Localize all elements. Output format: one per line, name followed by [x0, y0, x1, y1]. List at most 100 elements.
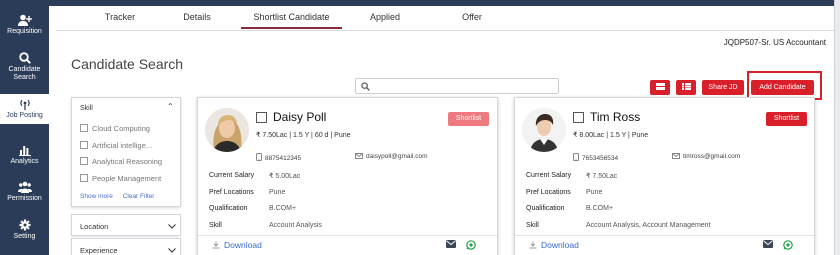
- download-link[interactable]: Download: [529, 240, 579, 250]
- candidate-email-text: daisypoll@gmail.com: [366, 153, 428, 160]
- sidebar-item-label: Permission: [7, 195, 42, 202]
- card-view-button[interactable]: [650, 80, 670, 95]
- clear-filter-link[interactable]: Clear Filter: [123, 193, 155, 200]
- app-root: Requisition Candidate Search Job Posting…: [0, 0, 840, 255]
- qualification-label: Qualification: [526, 205, 565, 212]
- sidebar-item-label: Requisition: [7, 28, 42, 35]
- sidebar-item-job-posting[interactable]: Job Posting: [0, 94, 49, 124]
- email-icon[interactable]: [446, 240, 456, 248]
- list-view-icon: [681, 83, 691, 90]
- checkbox[interactable]: [80, 157, 88, 165]
- candidate-name[interactable]: Tim Ross: [590, 110, 640, 124]
- candidate-meta: ₹ 8.00Lac | 1.5 Y | Pune: [573, 132, 649, 139]
- experience-filter[interactable]: Experience: [71, 238, 181, 255]
- candidate-email-text: timross@gmail.com: [683, 153, 741, 160]
- candidate-avatar: [522, 108, 566, 152]
- candidate-email: daisypoll@gmail.com: [355, 153, 428, 160]
- users-icon: [17, 181, 32, 193]
- broadcast-icon: [19, 99, 30, 110]
- location-filter[interactable]: Location: [71, 214, 181, 236]
- sidebar-item-label: Setting: [13, 233, 36, 240]
- candidate-phone: 7653456534: [573, 153, 618, 162]
- candidate-card: Daisy Poll ₹ 7.50Lac | 1.5 Y | 60 d | Pu…: [197, 97, 498, 255]
- shortlist-button[interactable]: Shortlist: [448, 112, 489, 126]
- pref-locations-value: Pune: [586, 189, 603, 196]
- skill-option[interactable]: Artificial intellige...: [80, 141, 152, 150]
- skill-label: Skill: [209, 222, 222, 229]
- candidate-card: Tim Ross ₹ 8.00Lac | 1.5 Y | Pune Shortl…: [514, 97, 815, 255]
- candidate-select-checkbox[interactable]: [256, 112, 267, 123]
- download-link[interactable]: Download: [212, 240, 262, 250]
- qualification-label: Qualification: [209, 205, 248, 212]
- skill-label: Skill: [526, 222, 539, 229]
- shortlist-button[interactable]: Shortlist: [766, 112, 807, 126]
- skill-option-label: Cloud Computing: [92, 124, 150, 133]
- qualification-value: B.COM+: [586, 205, 614, 212]
- tab-details[interactable]: Details: [177, 12, 217, 22]
- share-jd-button[interactable]: Share JD: [702, 80, 744, 95]
- tab-shortlist-candidate[interactable]: Shortlist Candidate: [241, 12, 342, 29]
- checkbox[interactable]: [80, 141, 88, 149]
- job-label: JQDP507-Sr. US Accountant: [723, 38, 826, 47]
- skill-option-label: Artificial intellige...: [92, 141, 153, 150]
- pref-locations-label: Pref Locations: [526, 189, 571, 196]
- candidate-email: timross@gmail.com: [672, 153, 740, 160]
- tab-offer[interactable]: Offer: [455, 12, 489, 22]
- sidebar-item-analytics[interactable]: Analytics: [0, 144, 49, 166]
- tab-applied[interactable]: Applied: [360, 12, 410, 22]
- candidate-phone-text: 8875412345: [265, 155, 302, 162]
- page-title: Candidate Search: [71, 56, 184, 72]
- qualification-value: B.COM+: [269, 205, 297, 212]
- sidebar-item-permission[interactable]: Permission: [0, 181, 49, 203]
- card-footer: Download: [515, 235, 814, 255]
- sidebar-item-label: Analytics: [10, 158, 39, 165]
- checkbox[interactable]: [80, 174, 88, 182]
- skill-filter-panel: Skill ⌃ Cloud Computing Artificial intel…: [71, 97, 181, 207]
- search-icon: [361, 82, 370, 91]
- add-candidate-button[interactable]: Add Candidate: [751, 80, 814, 95]
- pref-locations-value: Pune: [269, 189, 286, 196]
- skill-value: Account Analysis, Account Management: [586, 222, 711, 229]
- tab-tracker[interactable]: Tracker: [95, 12, 145, 22]
- location-filter-title: Location: [80, 222, 109, 231]
- sidebar-item-setting[interactable]: Setting: [0, 219, 49, 241]
- whatsapp-icon[interactable]: [466, 240, 476, 250]
- current-salary-label: Current Salary: [526, 172, 572, 179]
- candidate-phone-text: 7653456534: [582, 155, 619, 162]
- add-user-icon: [17, 14, 32, 26]
- skill-option[interactable]: People Management: [80, 174, 161, 183]
- chevron-down-icon: [168, 224, 176, 229]
- email-icon: [355, 153, 363, 159]
- sidebar: Requisition Candidate Search Job Posting…: [0, 0, 49, 255]
- current-salary-label: Current Salary: [209, 172, 255, 179]
- card-view-icon: [655, 83, 665, 90]
- sidebar-item-label: Candidate Search: [8, 66, 41, 81]
- download-label: Download: [541, 240, 579, 250]
- skill-value: Account Analysis: [269, 222, 322, 229]
- candidate-meta: ₹ 7.50Lac | 1.5 Y | 60 d | Pune: [256, 132, 351, 139]
- skill-filter-title: Skill: [80, 105, 93, 112]
- sidebar-item-label: Job Posting: [6, 112, 43, 119]
- phone-icon: [573, 153, 579, 161]
- search-input[interactable]: [355, 78, 559, 94]
- email-icon: [672, 153, 680, 159]
- email-icon[interactable]: [763, 240, 773, 248]
- card-footer: Download: [198, 235, 497, 255]
- current-salary-value: ₹ 5.00Lac: [269, 173, 301, 180]
- candidate-select-checkbox[interactable]: [573, 112, 584, 123]
- chevron-up-icon[interactable]: ⌃: [167, 102, 174, 111]
- show-more-link[interactable]: Show more: [80, 193, 113, 200]
- download-label: Download: [224, 240, 262, 250]
- sidebar-item-requisition[interactable]: Requisition: [0, 14, 49, 36]
- skill-option[interactable]: Cloud Computing: [80, 124, 150, 133]
- scrollbar[interactable]: [834, 0, 840, 255]
- whatsapp-icon[interactable]: [783, 240, 793, 250]
- experience-filter-title: Experience: [80, 246, 118, 255]
- bar-chart-icon: [18, 146, 31, 156]
- candidate-name[interactable]: Daisy Poll: [273, 110, 326, 124]
- checkbox[interactable]: [80, 124, 88, 132]
- skill-option[interactable]: Analytical Reasoning: [80, 157, 162, 166]
- skill-option-label: People Management: [92, 174, 162, 183]
- list-view-button[interactable]: [676, 80, 696, 95]
- sidebar-item-candidate-search[interactable]: Candidate Search: [0, 52, 49, 82]
